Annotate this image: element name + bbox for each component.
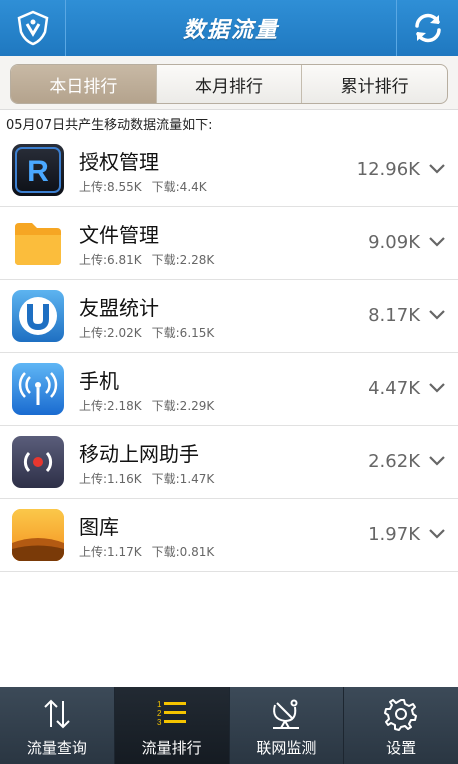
nav-label: 设置 [386, 739, 417, 757]
nav-traffic-query[interactable]: 流量查询 [0, 687, 115, 764]
app-traffic-detail: 上传:2.18K 下载:2.29K [79, 397, 224, 414]
app-traffic-detail: 上传:8.55K 下载:4.4K [79, 178, 217, 195]
refresh-icon [414, 13, 441, 43]
app-name: 友盟统计 [79, 296, 159, 320]
svg-text:R: R [27, 155, 49, 188]
folder-icon [12, 217, 64, 269]
list-item[interactable]: 文件管理 上传:6.81K 下载:2.28K 9.09K [0, 207, 458, 280]
u-app-icon [12, 290, 64, 342]
tab-daily[interactable]: 本日排行 [11, 65, 157, 103]
ranking-list-icon: 1 2 3 [154, 695, 190, 733]
chevron-down-icon[interactable] [428, 381, 446, 395]
app-name: 图库 [79, 515, 119, 539]
download-amount: 下载:1.47K [151, 472, 215, 486]
ranking-tabs-bar: 本日排行 本月排行 累计排行 [0, 56, 458, 110]
download-amount: 下载:2.28K [151, 253, 215, 267]
nav-label: 联网监测 [256, 739, 317, 757]
nav-label: 流量排行 [141, 739, 202, 757]
summary-text: 05月07日共产生移动数据流量如下: [6, 118, 213, 133]
app-traffic-detail: 上传:1.17K 下载:0.81K [79, 543, 224, 560]
refresh-button[interactable] [396, 0, 458, 56]
download-amount: 下载:4.4K [151, 180, 207, 194]
gear-icon [383, 695, 419, 733]
chevron-down-icon[interactable] [428, 235, 446, 249]
bottom-nav: 流量查询 1 2 3 流量排行 联网监测 设置 [0, 687, 458, 764]
app-header: 数据流量 [0, 0, 458, 56]
list-item[interactable]: 友盟统计 上传:2.02K 下载:6.15K 8.17K [0, 280, 458, 353]
list-item[interactable]: R 授权管理 上传:8.55K 下载:4.4K 12.96K [0, 134, 458, 207]
upload-amount: 上传:2.18K [79, 399, 142, 413]
sunset-icon [12, 509, 64, 561]
satellite-dish-icon [268, 695, 304, 733]
app-traffic-detail: 上传:1.16K 下载:1.47K [79, 470, 224, 487]
nav-traffic-ranking[interactable]: 1 2 3 流量排行 [114, 687, 230, 764]
chevron-down-icon[interactable] [428, 454, 446, 468]
app-name: 文件管理 [79, 223, 159, 247]
total-amount: 1.97K [368, 524, 420, 545]
up-down-arrows-icon [39, 695, 75, 733]
total-amount: 4.47K [368, 378, 420, 399]
upload-amount: 上传:1.16K [79, 472, 142, 486]
total-amount: 9.09K [368, 232, 420, 253]
chevron-down-icon[interactable] [428, 162, 446, 176]
shield-icon [17, 10, 48, 46]
total-amount: 12.96K [356, 159, 420, 180]
total-amount: 2.62K [368, 451, 420, 472]
upload-amount: 上传:2.02K [79, 326, 142, 340]
chevron-down-icon[interactable] [428, 527, 446, 541]
svg-text:1: 1 [157, 700, 162, 709]
broadcast-icon [12, 436, 64, 488]
app-traffic-detail: 上传:2.02K 下载:6.15K [79, 324, 224, 341]
download-amount: 下载:0.81K [151, 545, 215, 559]
nav-network-monitor[interactable]: 联网监测 [230, 687, 345, 764]
app-name: 授权管理 [79, 150, 159, 174]
nav-label: 流量查询 [26, 739, 87, 757]
shield-button[interactable] [0, 0, 66, 56]
chevron-down-icon[interactable] [428, 308, 446, 322]
upload-amount: 上传:1.17K [79, 545, 142, 559]
upload-amount: 上传:8.55K [79, 180, 142, 194]
r-app-icon: R [12, 144, 64, 196]
ranking-tabs: 本日排行 本月排行 累计排行 [10, 64, 448, 104]
svg-text:2: 2 [157, 709, 162, 718]
app-name: 手机 [79, 369, 119, 393]
list-item[interactable]: 图库 上传:1.17K 下载:0.81K 1.97K [0, 499, 458, 572]
total-amount: 8.17K [368, 305, 420, 326]
page-title: 数据流量 [182, 18, 279, 43]
tab-monthly[interactable]: 本月排行 [157, 65, 303, 103]
upload-amount: 上传:6.81K [79, 253, 142, 267]
nav-settings[interactable]: 设置 [344, 687, 458, 764]
list-item[interactable]: 移动上网助手 上传:1.16K 下载:1.47K 2.62K [0, 426, 458, 499]
svg-text:3: 3 [157, 718, 162, 727]
tab-cumulative[interactable]: 累计排行 [302, 65, 447, 103]
list-item[interactable]: 手机 上传:2.18K 下载:2.29K 4.47K [0, 353, 458, 426]
download-amount: 下载:6.15K [151, 326, 215, 340]
antenna-icon [12, 363, 64, 415]
app-traffic-list: R 授权管理 上传:8.55K 下载:4.4K 12.96K 文件管理 上传:6.… [0, 134, 458, 572]
download-amount: 下载:2.29K [151, 399, 215, 413]
app-traffic-detail: 上传:6.81K 下载:2.28K [79, 251, 224, 268]
app-name: 移动上网助手 [79, 442, 199, 466]
